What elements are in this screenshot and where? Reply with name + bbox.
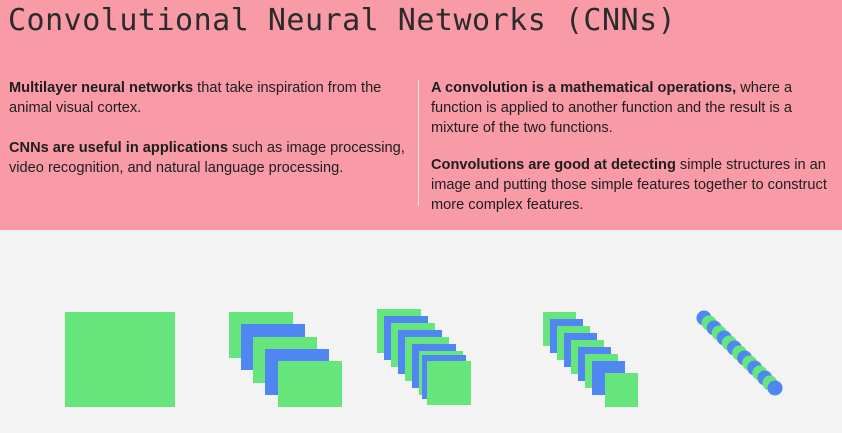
vector-node: [767, 380, 783, 396]
paragraph: CNNs are useful in applications such as …: [9, 138, 409, 178]
cnn-diagram: [65, 309, 783, 407]
input-image: [65, 312, 175, 407]
paragraph-bold: Convolutions are good at detecting: [431, 157, 676, 173]
left-column: Multilayer neural networks that take ins…: [9, 78, 409, 198]
flattened-vector: [696, 310, 783, 396]
feature-maps-1: [229, 312, 342, 407]
feature-maps-3: [543, 312, 638, 407]
feature-maps-2: [377, 309, 471, 405]
paragraph-bold: A convolution is a mathematical operatio…: [431, 80, 737, 96]
input-square: [65, 312, 175, 407]
paragraph: Convolutions are good at detecting simpl…: [431, 155, 831, 215]
paragraph: A convolution is a mathematical operatio…: [431, 78, 831, 138]
feature-layer: [605, 373, 638, 407]
paragraph: Multilayer neural networks that take ins…: [9, 78, 409, 118]
column-divider: [418, 80, 419, 206]
paragraph-bold: Multilayer neural networks: [9, 80, 194, 96]
feature-layer: [427, 361, 471, 405]
header-panel: Convolutional Neural Networks (CNNs) Mul…: [0, 0, 842, 230]
paragraph-bold: CNNs are useful in applications: [9, 140, 228, 156]
feature-layer: [278, 361, 342, 407]
right-column: A convolution is a mathematical operatio…: [431, 78, 831, 232]
page-title: Convolutional Neural Networks (CNNs): [8, 3, 677, 38]
